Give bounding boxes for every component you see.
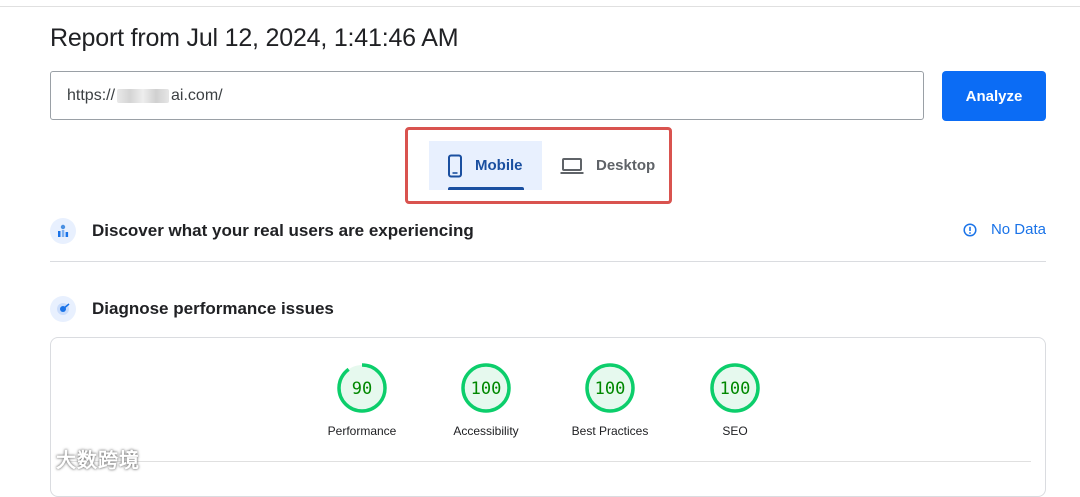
score-value: 100 — [471, 379, 502, 399]
watermark-text: 大数跨境 — [56, 450, 140, 472]
url-input[interactable]: https:// ai.com/ — [50, 71, 924, 120]
users-chart-icon — [50, 218, 76, 244]
panel-divider — [65, 461, 1031, 462]
score-gauge-performance[interactable]: 90 Performance — [302, 362, 422, 438]
score-gauge-seo[interactable]: 100 SEO — [675, 362, 795, 438]
report-title: Report from Jul 12, 2024, 1:41:46 AM — [50, 24, 459, 52]
url-suffix: ai.com/ — [171, 86, 223, 104]
tab-highlight-box — [405, 127, 672, 204]
lab-data-title: Diagnose performance issues — [92, 299, 334, 318]
no-data-status[interactable]: No Data — [963, 221, 1046, 238]
watermark: 大数跨境 — [8, 444, 140, 473]
section-divider — [50, 261, 1046, 262]
score-label: Accessibility — [453, 424, 519, 438]
lighthouse-icon — [50, 296, 76, 322]
score-value: 100 — [720, 379, 751, 399]
score-value: 90 — [352, 379, 372, 399]
watermark-logo-icon — [10, 450, 49, 466]
url-prefix: https:// — [67, 86, 116, 104]
no-data-label: No Data — [990, 221, 1046, 238]
score-label: Best Practices — [571, 424, 649, 438]
redacted-domain — [117, 88, 170, 103]
gauge-ring: 100 — [461, 363, 511, 413]
field-data-section: Discover what your real users are experi… — [50, 216, 1046, 246]
score-label: SEO — [722, 424, 748, 438]
analyze-button[interactable]: Analyze — [942, 71, 1046, 121]
info-icon — [963, 222, 977, 237]
field-data-title: Discover what your real users are experi… — [92, 221, 474, 240]
gauge-ring: 90 — [337, 363, 387, 413]
gauge-ring: 100 — [710, 363, 760, 413]
top-divider — [0, 6, 1080, 7]
score-value: 100 — [595, 379, 626, 399]
score-gauge-accessibility[interactable]: 100 Accessibility — [426, 362, 546, 438]
lab-data-section: Diagnose performance issues — [50, 294, 1046, 324]
score-label: Performance — [327, 424, 397, 438]
scores-panel — [50, 337, 1046, 497]
score-gauge-best-practices[interactable]: 100 Best Practices — [550, 362, 670, 438]
gauge-ring: 100 — [585, 363, 635, 413]
